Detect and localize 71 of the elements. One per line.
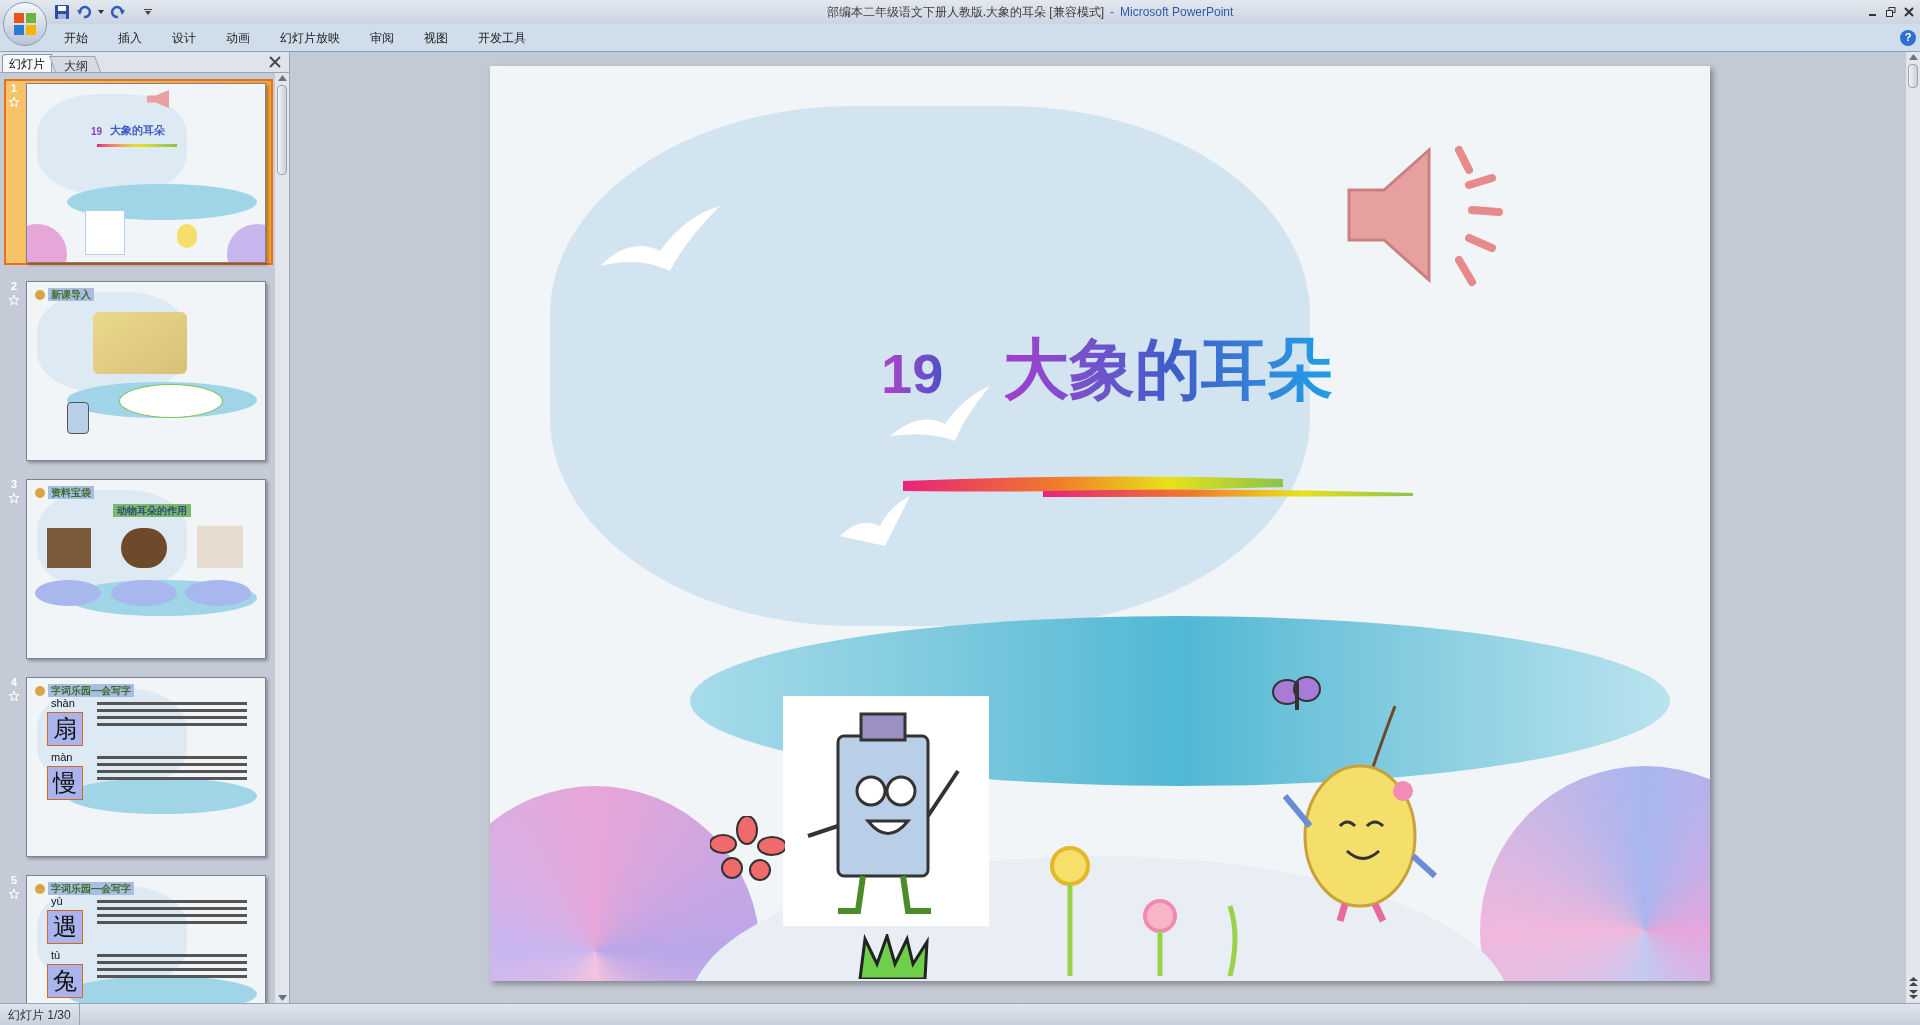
ribbon-tab[interactable]: 审阅 xyxy=(356,25,408,50)
ribbon-tab[interactable]: 插入 xyxy=(104,25,156,50)
help-button[interactable]: ? xyxy=(1900,29,1916,46)
ribbon-tab[interactable]: 开发工具 xyxy=(464,25,540,50)
pinyin: yù xyxy=(51,896,63,907)
thought-cloud xyxy=(185,580,251,606)
slide-heading: 字词乐园—会写字 xyxy=(48,684,134,697)
animation-star-icon xyxy=(9,295,19,305)
previous-slide-icon[interactable] xyxy=(1908,977,1918,986)
pinyin: màn xyxy=(51,752,73,763)
scroll-thumb[interactable] xyxy=(1908,64,1918,88)
slide-thumbnail-row[interactable]: 4 字词乐园—会写字 shàn 扇 màn 慢 xyxy=(4,673,273,859)
slide-title: 大象的耳朵 xyxy=(110,123,166,138)
animation-star-icon xyxy=(9,691,19,701)
title-separator: - xyxy=(1110,4,1114,21)
slide-thumbnail[interactable]: 字词乐园—会写字 shàn 扇 màn 慢 xyxy=(26,677,266,857)
slide-thumbnail-row[interactable]: 1 19 大象的耳朵 xyxy=(4,79,273,265)
character-box: 兔 xyxy=(47,964,83,998)
close-pane-icon[interactable] xyxy=(269,56,281,68)
ribbon-tab[interactable]: 设计 xyxy=(158,25,210,50)
restore-icon[interactable] xyxy=(1886,7,1896,17)
slide-number: 4 xyxy=(10,677,18,688)
ribbon-tab[interactable]: 幻灯片放映 xyxy=(266,25,354,50)
lesson-number: 19 xyxy=(91,124,103,139)
photo-placeholder xyxy=(47,528,91,568)
character-box: 慢 xyxy=(47,766,83,800)
redo-icon[interactable] xyxy=(110,4,126,20)
slide-heading: 资料宝袋 xyxy=(48,486,94,499)
slide-thumbnail[interactable]: 资料宝袋 动物耳朵的作用 xyxy=(26,479,266,659)
slide-thumbnail[interactable]: 字词乐园—会写字 yù 遇 tù 兔 xyxy=(26,875,266,1003)
window-title: 部编本二年级语文下册人教版.大象的耳朵 [兼容模式] xyxy=(826,4,1104,21)
pinyin: shàn xyxy=(51,698,75,709)
office-button[interactable] xyxy=(3,2,47,46)
undo-icon[interactable] xyxy=(76,4,92,20)
slide-thumbnail-row[interactable]: 5 字词乐园—会写字 yù 遇 tù 兔 xyxy=(4,871,273,1003)
customize-caret-icon[interactable] xyxy=(144,9,152,15)
character-box: 遇 xyxy=(47,910,83,944)
editor-scrollbar[interactable] xyxy=(1906,52,1920,1003)
ribbon-tab[interactable]: 动画 xyxy=(212,25,264,50)
office-logo-icon xyxy=(12,11,38,37)
slide-indicator: 幻灯片 1/30 xyxy=(0,1004,80,1025)
photo-placeholder xyxy=(197,526,243,568)
slide-heading: 新课导入 xyxy=(48,288,94,301)
animation-star-icon xyxy=(9,889,19,899)
scroll-down-arrow-icon[interactable] xyxy=(277,995,287,1001)
animation-star-icon xyxy=(9,97,19,107)
slide-subheading: 动物耳朵的作用 xyxy=(113,504,191,517)
close-icon[interactable] xyxy=(1904,7,1914,17)
dropdown-caret-icon[interactable] xyxy=(98,10,104,14)
save-icon[interactable] xyxy=(54,4,70,20)
pane-tab[interactable]: 大纲 xyxy=(49,56,101,72)
slide-number: 3 xyxy=(10,479,18,490)
slide-number: 2 xyxy=(10,281,18,292)
slide-thumbnail[interactable]: 19 大象的耳朵 xyxy=(26,83,266,263)
slide-number: 5 xyxy=(10,875,18,886)
pane-tab[interactable]: 幻灯片 xyxy=(2,54,52,72)
scroll-up-arrow-icon[interactable] xyxy=(1908,54,1918,60)
animation-star-icon xyxy=(9,493,19,503)
slide-heading: 字词乐园—会写字 xyxy=(48,882,134,895)
slide-number: 1 xyxy=(10,83,18,94)
pane-scrollbar[interactable] xyxy=(275,73,289,1003)
next-slide-icon[interactable] xyxy=(1908,990,1918,999)
scroll-thumb[interactable] xyxy=(277,85,287,175)
ribbon-tab[interactable]: 开始 xyxy=(50,25,102,50)
character-box: 扇 xyxy=(47,712,83,746)
scroll-up-arrow-icon[interactable] xyxy=(277,75,287,81)
app-name: Microsoft PowerPoint xyxy=(1120,4,1234,21)
slide-thumbnail-row[interactable]: 3 资料宝袋 动物耳朵的作用 xyxy=(4,475,273,661)
thought-cloud xyxy=(35,580,101,606)
pinyin: tù xyxy=(51,950,61,961)
ribbon-tab[interactable]: 视图 xyxy=(410,25,462,50)
